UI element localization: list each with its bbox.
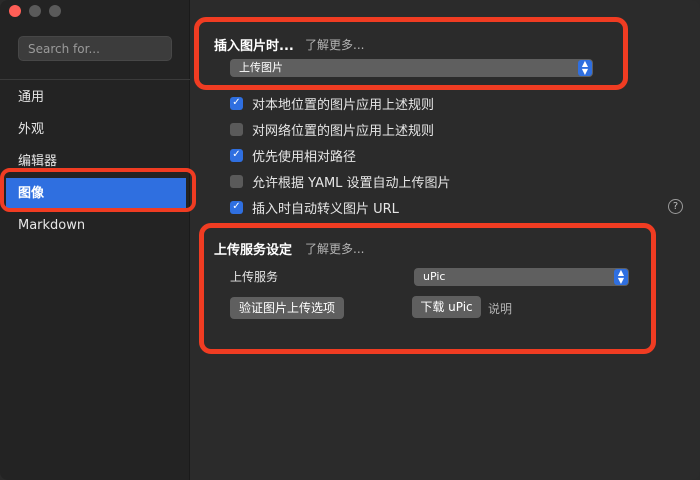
option-yaml-auto-upload[interactable]: 允许根据 YAML 设置自动上传图片 (230, 168, 451, 194)
sidebar-divider (0, 79, 190, 80)
sidebar-item-markdown[interactable]: Markdown (0, 210, 190, 242)
upload-service-value: uPic (423, 270, 446, 283)
window-controls (9, 5, 61, 17)
sidebar-item-general[interactable]: 通用 (0, 82, 190, 114)
minimize-window-button[interactable] (29, 5, 41, 17)
option-label: 对网络位置的图片应用上述规则 (252, 123, 435, 139)
sidebar: 通用 外观 编辑器 图像 Markdown (0, 0, 190, 480)
main-panel: 插入图片时... 了解更多... 上传图片 ▲ ▼ ✓ 对本地位置的图片应用上述规… (190, 0, 700, 480)
option-relative-path[interactable]: ✓ 优先使用相对路径 (230, 142, 451, 168)
option-label: 对本地位置的图片应用上述规则 (252, 97, 435, 113)
close-window-button[interactable] (9, 5, 21, 17)
help-icon[interactable]: ? (668, 199, 683, 214)
preferences-window: 通用 外观 编辑器 图像 Markdown 插入图片时... 了解更多... 上… (0, 0, 700, 480)
chevron-updown-icon: ▲ ▼ (614, 269, 628, 285)
option-escape-url[interactable]: ✓ 插入时自动转义图片 URL (230, 194, 451, 220)
upload-service-label: 上传服务 (230, 270, 279, 284)
checkbox-checked-icon[interactable]: ✓ (230, 200, 243, 214)
download-upic-button[interactable]: 下载 uPic (412, 296, 481, 318)
checkbox-unchecked-icon[interactable] (230, 174, 243, 188)
sidebar-item-appearance[interactable]: 外观 (0, 114, 190, 146)
chevron-updown-icon: ▲ ▼ (578, 60, 592, 76)
zoom-window-button[interactable] (49, 5, 61, 17)
insert-learn-more-link[interactable]: 了解更多... (305, 36, 364, 53)
option-label: 优先使用相对路径 (252, 149, 357, 165)
option-network-images[interactable]: 对网络位置的图片应用上述规则 (230, 116, 451, 142)
upload-learn-more-link[interactable]: 了解更多... (305, 240, 364, 257)
image-options-list: ✓ 对本地位置的图片应用上述规则 对网络位置的图片应用上述规则 ✓ 优先使用相对… (230, 90, 451, 220)
upload-section-title: 上传服务设定 (214, 243, 293, 258)
search-input[interactable] (18, 36, 172, 61)
insert-section-title: 插入图片时... (214, 39, 294, 54)
sidebar-item-editor[interactable]: 编辑器 (0, 146, 190, 178)
verify-upload-button[interactable]: 验证图片上传选项 (230, 297, 344, 319)
checkbox-checked-icon[interactable]: ✓ (230, 148, 243, 162)
insert-action-value: 上传图片 (239, 61, 283, 74)
insert-action-select[interactable]: 上传图片 ▲ ▼ (230, 59, 593, 77)
option-label: 允许根据 YAML 设置自动上传图片 (252, 175, 451, 191)
explain-link[interactable]: 说明 (488, 300, 512, 317)
checkbox-unchecked-icon[interactable] (230, 122, 243, 136)
upload-service-select[interactable]: uPic ▲ ▼ (414, 268, 629, 286)
option-label: 插入时自动转义图片 URL (252, 201, 399, 217)
option-local-images[interactable]: ✓ 对本地位置的图片应用上述规则 (230, 90, 451, 116)
sidebar-item-image[interactable]: 图像 (6, 178, 186, 210)
sidebar-nav: 通用 外观 编辑器 图像 Markdown (0, 82, 190, 242)
checkbox-checked-icon[interactable]: ✓ (230, 96, 243, 110)
